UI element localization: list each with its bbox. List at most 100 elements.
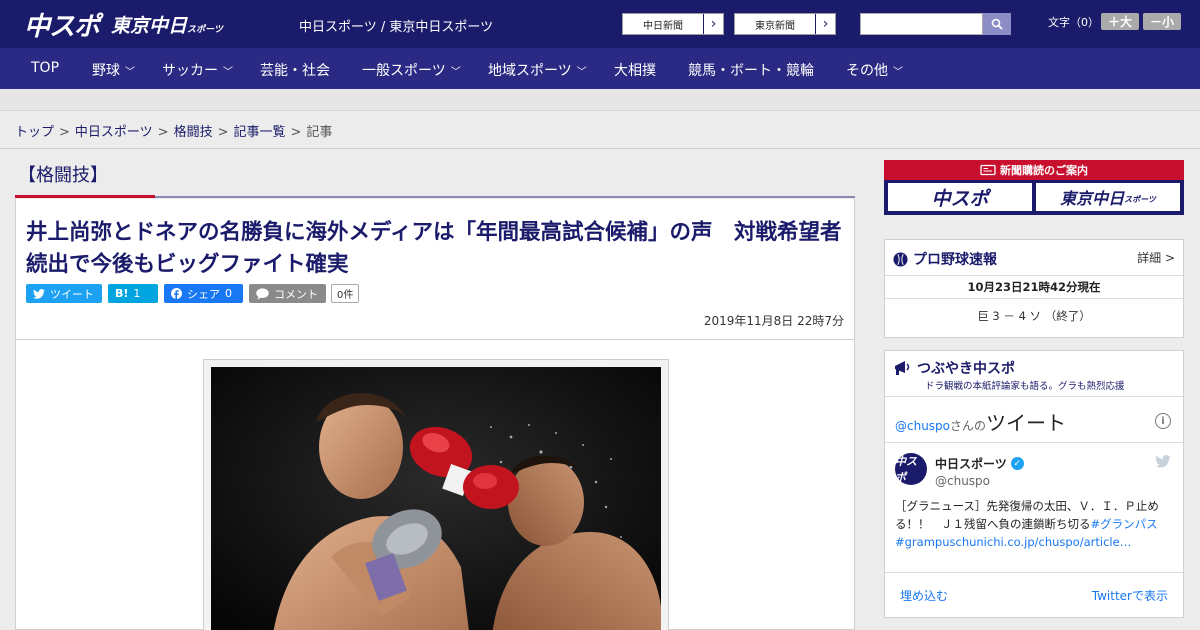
chevron-down-icon: ﹀ (223, 67, 233, 78)
chuspo-subscribe-button[interactable]: 中スポ (888, 183, 1032, 211)
top-header: 中スポ 東京中日スポーツ 中日スポーツ / 東京中日スポーツ 中日新聞 › 東京… (0, 0, 1200, 48)
tweet-hashtag[interactable]: #グランパス (1091, 517, 1158, 531)
tokyo-chunichi-logo-small: スポーツ (187, 25, 223, 35)
tweet-account-name[interactable]: 中日スポーツ ✓ (935, 455, 1024, 472)
tokyo-shimbun-button[interactable]: 東京新聞 › (734, 13, 836, 35)
baseball-score[interactable]: 巨 3 － 4 ソ （終了） (885, 308, 1183, 324)
nav-entertainment[interactable]: 芸能・社会 (260, 60, 330, 80)
embed-link[interactable]: 埋め込む (900, 587, 948, 604)
chevron-down-icon: ﹀ (893, 67, 903, 78)
tweet-label: ツイート (50, 287, 94, 301)
facebook-share-button[interactable]: シェア 0 (164, 284, 243, 303)
subscription-header-label: 新聞購読のご案内 (1000, 164, 1088, 177)
twitter-widget-title-label: つぶやき中スポ (917, 361, 1015, 377)
nav-local-sports[interactable]: 地域スポーツ ﹀ (488, 60, 587, 80)
speech-bubble-icon (256, 287, 269, 300)
nav-racing[interactable]: 競馬・ボート・競輪 (688, 60, 814, 80)
twitter-bird-icon[interactable] (1155, 455, 1171, 468)
breadcrumb-separator: > (217, 125, 229, 140)
boxing-photo-illustration (211, 367, 661, 630)
baseball-score-widget: プロ野球速報 詳細 > 10月23日21時42分現在 巨 3 － 4 ソ （終了… (884, 239, 1184, 338)
tweet-account-name-label: 中日スポーツ (935, 457, 1007, 471)
chuspo-logo[interactable]: 中スポ (24, 6, 100, 43)
facebook-icon (171, 288, 182, 299)
subscription-banner: 新聞購読のご案内 中スポ 東京中日 スポーツ (884, 160, 1184, 215)
divider (885, 442, 1183, 443)
tweet-link[interactable]: #grampuschunichi.co.jp/chuspo/article… (895, 535, 1131, 549)
chevron-down-icon: ﹀ (576, 67, 587, 78)
ad-band (0, 89, 1200, 111)
breadcrumb-top[interactable]: トップ (15, 125, 54, 140)
twitter-widget-title: つぶやき中スポ (893, 358, 1015, 378)
search-icon (991, 18, 1003, 30)
article-body (15, 340, 855, 630)
baseball-widget-title-label: プロ野球速報 (913, 252, 997, 268)
boxing-photo[interactable] (211, 367, 661, 630)
baseball-details-link[interactable]: 詳細 > (1137, 249, 1175, 266)
subscription-header[interactable]: 新聞購読のご案内 (884, 160, 1184, 180)
nav-entertainment-label: 芸能・社会 (260, 63, 330, 79)
tokyo-chunichi-logo[interactable]: 東京中日スポーツ (111, 11, 223, 38)
twitter-bird-icon (33, 288, 45, 299)
comment-button[interactable]: コメント (249, 284, 326, 303)
baseball-icon (893, 251, 908, 267)
twitter-handle-heading[interactable]: @chuspo さんの ツイート (895, 407, 1066, 436)
nav-local-sports-label: 地域スポーツ (488, 63, 572, 79)
breadcrumb-separator: > (59, 125, 70, 140)
breadcrumb-martial-arts[interactable]: 格闘技 (174, 125, 213, 140)
category-underline (15, 195, 155, 198)
view-on-twitter-link[interactable]: Twitterで表示 (1092, 587, 1168, 604)
facebook-share-count: 0 (225, 287, 232, 300)
tokyo-chunichi-subscribe-button[interactable]: 東京中日 スポーツ (1036, 183, 1180, 211)
divider (0, 148, 1200, 149)
twitter-handle-suffix: さんの (950, 419, 987, 433)
tweet-screen-name[interactable]: @chuspo (935, 474, 990, 488)
article-date: 2019年11月8日 22時7分 (703, 314, 844, 328)
breadcrumb: トップ > 中日スポーツ > 格闘技 > 記事一覧 > 記事 (15, 121, 332, 140)
font-larger-button[interactable]: ＋大 (1101, 13, 1139, 30)
nav-soccer[interactable]: サッカー ﹀ (162, 60, 233, 80)
category-title: 【格闘技】 (18, 165, 108, 186)
tokyo-chunichi-logo-text: 東京中日 (111, 15, 188, 37)
breadcrumb-chunichi-sports[interactable]: 中日スポーツ (75, 125, 153, 140)
chevron-down-icon: ﹀ (125, 67, 135, 78)
breadcrumb-separator: > (157, 125, 169, 140)
chevron-right-icon: › (703, 14, 723, 34)
nav-general-sports[interactable]: 一般スポーツ ﹀ (362, 60, 461, 80)
baseball-widget-title: プロ野球速報 (893, 249, 997, 269)
avatar[interactable]: 中スポ (895, 453, 927, 485)
newspaper-icon (980, 164, 996, 176)
site-links[interactable]: 中日スポーツ / 東京中日スポーツ (299, 16, 493, 35)
breadcrumb-article-list[interactable]: 記事一覧 (234, 125, 286, 140)
tokyo-shimbun-label: 東京新聞 (755, 20, 795, 32)
nav-top[interactable]: TOP (31, 60, 59, 76)
chunichi-shimbun-label: 中日新聞 (643, 20, 683, 32)
facebook-share-label: シェア (187, 287, 220, 301)
divider (885, 572, 1183, 573)
search-input[interactable] (860, 13, 983, 35)
tweet-button[interactable]: ツイート (26, 284, 102, 303)
breadcrumb-separator: > (290, 125, 302, 140)
twitter-widget-subtitle: ドラ観戦の本紙評論家も語る。グラも熱烈応援 (925, 381, 1125, 392)
baseball-update-time: 10月23日21時42分現在 (885, 275, 1183, 299)
hatena-bookmark-button[interactable]: B! 1 (108, 284, 158, 303)
nav-racing-label: 競馬・ボート・競輪 (688, 63, 814, 79)
chunichi-shimbun-button[interactable]: 中日新聞 › (622, 13, 724, 35)
article-photo-frame (203, 359, 669, 630)
nav-sumo[interactable]: 大相撲 (614, 60, 656, 80)
nav-general-sports-label: 一般スポーツ (362, 63, 446, 79)
comment-label: コメント (274, 287, 318, 301)
info-icon[interactable]: i (1155, 413, 1171, 429)
chevron-down-icon: ﹀ (450, 67, 461, 78)
megaphone-icon (895, 361, 910, 375)
font-smaller-button[interactable]: －小 (1143, 13, 1181, 30)
article-headline: 井上尚弥とドネアの名勝負に海外メディアは「年間最高試合候補」の声 対戦希望者続出… (26, 220, 842, 277)
chevron-right-icon: › (815, 14, 835, 34)
nav-other[interactable]: その他 ﹀ (846, 60, 903, 80)
main-nav: TOP 野球 ﹀ サッカー ﹀ 芸能・社会 一般スポーツ ﹀ 地域スポーツ ﹀ 大相撲 … (0, 48, 1200, 89)
twitter-widget: つぶやき中スポ ドラ観戦の本紙評論家も語る。グラも熱烈応援 @chuspo さんの… (884, 350, 1184, 618)
nav-baseball[interactable]: 野球 ﹀ (92, 60, 135, 80)
twitter-handle: @chuspo (895, 419, 951, 433)
search-button[interactable] (983, 13, 1011, 35)
divider (885, 396, 1183, 397)
